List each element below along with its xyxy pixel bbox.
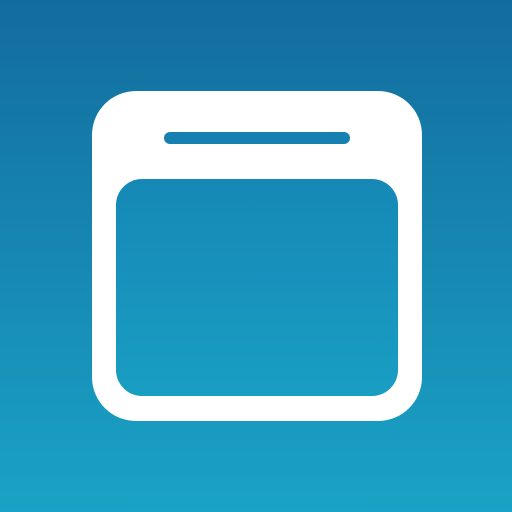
title-bar-line [164,132,350,144]
browser-window-icon [92,91,422,421]
window-content-area [116,179,398,396]
app-icon[interactable] [0,0,512,512]
